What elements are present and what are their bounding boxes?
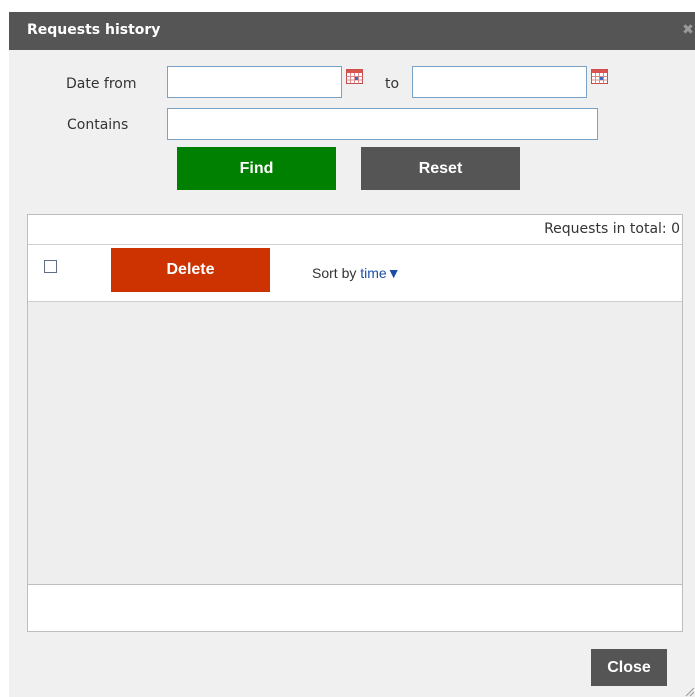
contains-label: Contains [67, 117, 129, 133]
date-from-input[interactable] [167, 66, 342, 98]
sort-label: Sort by [312, 265, 357, 281]
reset-button[interactable]: Reset [361, 147, 520, 190]
total-row: Requests in total: 0 [28, 215, 682, 245]
resize-grip-icon[interactable] [683, 685, 695, 697]
date-from-label: Date from [66, 76, 137, 92]
pagination-row [28, 585, 682, 631]
find-button[interactable]: Find [177, 147, 336, 190]
select-all-checkbox[interactable] [44, 260, 57, 273]
dialog-title: Requests history [27, 22, 161, 38]
requests-panel: Requests in total: 0 Delete Sort by time… [27, 214, 683, 632]
date-to-input[interactable] [412, 66, 587, 98]
sort-by-time-link[interactable]: time▼ [360, 265, 400, 281]
close-icon[interactable]: ✖ [681, 22, 695, 38]
requests-history-dialog: Requests history ✖ Date from to Contains… [9, 12, 695, 697]
contains-input[interactable] [167, 108, 598, 140]
delete-button[interactable]: Delete [111, 248, 270, 292]
sort-field: time [360, 265, 387, 281]
close-button[interactable]: Close [591, 649, 667, 686]
date-to-label: to [385, 76, 400, 92]
sort-direction-icon: ▼ [386, 265, 401, 281]
requests-total: Requests in total: 0 [544, 221, 680, 237]
action-row: Delete Sort by time▼ [28, 245, 682, 302]
calendar-icon[interactable] [591, 69, 608, 84]
sort-control: Sort by time▼ [312, 265, 401, 281]
requests-list [28, 302, 682, 585]
dialog-titlebar[interactable]: Requests history ✖ [9, 12, 695, 50]
calendar-icon[interactable] [346, 69, 363, 84]
